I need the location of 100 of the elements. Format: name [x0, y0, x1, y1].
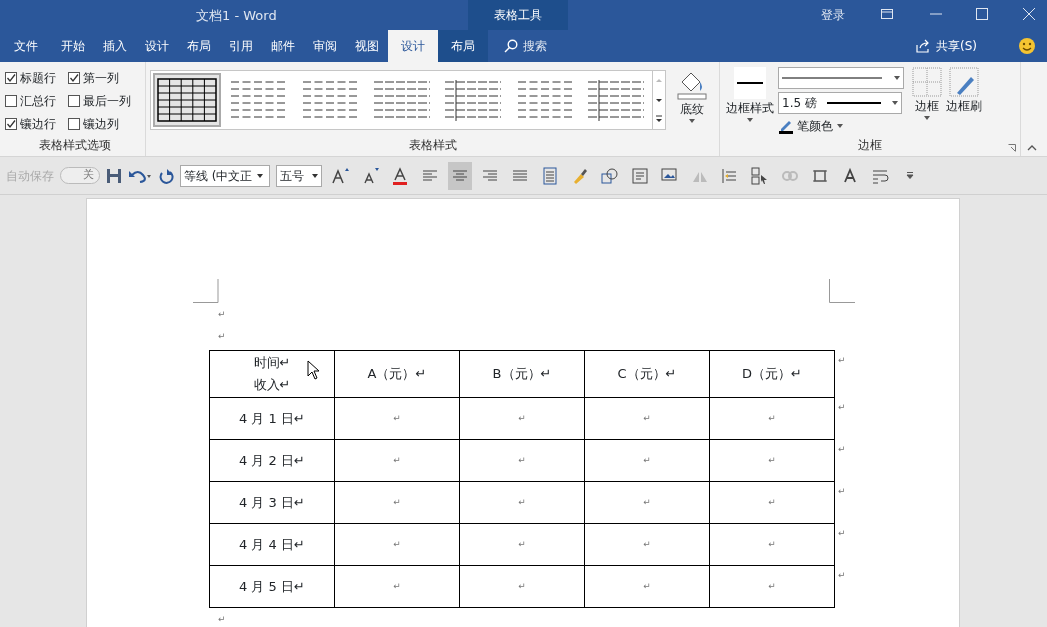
- row-end-mark: ↵: [838, 443, 846, 456]
- group-label: 表格样式选项: [38, 136, 112, 154]
- dropdown-caret-icon: [256, 173, 263, 178]
- column-header: B（元）↵: [459, 350, 585, 398]
- redo-icon[interactable]: [158, 167, 174, 184]
- checkbox[interactable]: [68, 94, 80, 107]
- header-text: 收入↵: [253, 376, 291, 394]
- ribbon-tab[interactable]: 布局: [178, 30, 220, 62]
- ribbon-tab[interactable]: 设计: [136, 30, 178, 62]
- column-header: D（元）↵: [709, 350, 835, 398]
- margin-corner-mark: [829, 279, 855, 303]
- table-cell: ↵: [334, 565, 460, 608]
- table-cell: ↵: [709, 439, 835, 482]
- row-header: 4 月 1 日↵: [209, 397, 335, 440]
- table-cell: ↵: [459, 439, 585, 482]
- ribbon-tab[interactable]: 布局: [438, 30, 488, 62]
- pen-icon: [778, 118, 794, 134]
- window-title: 文档1 - Word: [196, 7, 277, 25]
- ribbon-tab[interactable]: 引用: [220, 30, 262, 62]
- dropdown-caret-icon: [746, 117, 754, 123]
- shading-button[interactable]: 底纹: [676, 68, 708, 130]
- checkbox-label: 标题行: [20, 69, 56, 87]
- maximize-icon[interactable]: [975, 7, 989, 21]
- checkbox[interactable]: [5, 94, 17, 107]
- border-brush-icon: [949, 67, 979, 97]
- smiley-icon[interactable]: [1018, 37, 1036, 55]
- shapes-icon: [600, 165, 620, 186]
- checkbox[interactable]: [5, 71, 17, 84]
- share-icon: [915, 39, 931, 53]
- align-center-button[interactable]: [448, 161, 472, 190]
- line-style-dropdown[interactable]: [778, 67, 904, 89]
- ribbon-tab[interactable]: 插入: [94, 30, 136, 62]
- checkbox[interactable]: [68, 71, 80, 84]
- share-button[interactable]: 共享(S): [936, 37, 977, 55]
- row-end-mark: ↵: [838, 527, 846, 540]
- line-style-icon: [734, 67, 766, 99]
- table-cell: ↵: [584, 439, 710, 482]
- mouse-cursor-icon: [307, 360, 321, 380]
- line-weight-dropdown[interactable]: 1.5 磅: [778, 92, 902, 114]
- table-cell: ↵: [709, 397, 835, 440]
- column-header: C（元）↵: [584, 350, 710, 398]
- paragraph-mark: ↵: [218, 310, 226, 319]
- table-cell: ↵: [459, 523, 585, 566]
- ribbon-tab[interactable]: 开始: [52, 30, 94, 62]
- context-title: 表格工具: [468, 0, 568, 30]
- dropdown-caret-icon: [836, 123, 844, 129]
- checkbox[interactable]: [68, 117, 80, 130]
- column-header: A（元）↵: [334, 350, 460, 398]
- row-end-mark: ↵: [838, 401, 846, 414]
- table-cell: ↵: [709, 523, 835, 566]
- dropdown-caret-icon: [688, 118, 696, 124]
- borders-button[interactable]: 边框: [912, 67, 942, 135]
- margin-corner-mark: [193, 279, 219, 303]
- table-cell: ↵: [584, 481, 710, 524]
- dropdown-caret-icon: [892, 101, 898, 105]
- header-text: 时间↵: [253, 354, 291, 372]
- checkbox[interactable]: [5, 117, 17, 130]
- line-sample-icon: [827, 102, 882, 104]
- font-size-dropdown[interactable]: 五号: [276, 164, 322, 187]
- table-style-thumbnail[interactable]: [153, 73, 221, 127]
- table-cell: ↵: [709, 481, 835, 524]
- pen-color-button[interactable]: 笔颜色: [778, 117, 904, 135]
- ribbon-tab[interactable]: 设计: [388, 30, 438, 62]
- border-styles-button[interactable]: 边框样式: [726, 67, 774, 135]
- line-sample-icon: [782, 77, 882, 79]
- row-header: 4 月 4 日↵: [209, 523, 335, 566]
- search-box[interactable]: 搜索: [523, 37, 547, 55]
- checkbox-label: 镶边行: [20, 115, 56, 133]
- table-cell: ↵: [584, 397, 710, 440]
- ribbon-tab[interactable]: 文件: [0, 30, 52, 62]
- font-color-icon: [390, 165, 410, 186]
- sign-in-link[interactable]: 登录: [821, 6, 845, 24]
- row-end-mark: ↵: [838, 569, 846, 582]
- table-cell: ↵: [334, 523, 460, 566]
- ribbon-display-icon[interactable]: [880, 7, 894, 21]
- table-cell: ↵: [459, 565, 585, 608]
- paragraph-mark: ↵: [218, 615, 226, 624]
- row-end-mark: ↵: [838, 354, 846, 367]
- dialog-launcher-icon[interactable]: [1008, 144, 1016, 152]
- row-header: 4 月 2 日↵: [209, 439, 335, 482]
- ribbon-tab[interactable]: 邮件: [262, 30, 304, 62]
- row-header: 4 月 5 日↵: [209, 565, 335, 608]
- table-cell: ↵: [709, 565, 835, 608]
- paragraph-mark: ↵: [218, 332, 226, 341]
- row-header: 4 月 3 日↵: [209, 481, 335, 524]
- table-cell: ↵: [459, 481, 585, 524]
- autosave-toggle[interactable]: 关: [60, 167, 100, 184]
- ribbon-tab[interactable]: 视图: [346, 30, 388, 62]
- borders-grid-icon: [912, 67, 942, 97]
- text-box-icon: [630, 165, 650, 186]
- ribbon-tab[interactable]: 审阅: [304, 30, 346, 62]
- group-label: 表格样式: [407, 136, 458, 154]
- table-cell: ↵: [334, 439, 460, 482]
- border-painter-button[interactable]: 边框刷: [946, 67, 982, 135]
- close-icon[interactable]: [1022, 7, 1036, 21]
- checkbox-label: 镶边列: [83, 115, 119, 133]
- collapse-ribbon-icon[interactable]: [1027, 145, 1037, 151]
- font-dropdown[interactable]: 等线 (中文正: [180, 164, 270, 187]
- dropdown-caret-icon: [923, 115, 931, 121]
- gallery-scroll-buttons[interactable]: [652, 70, 666, 130]
